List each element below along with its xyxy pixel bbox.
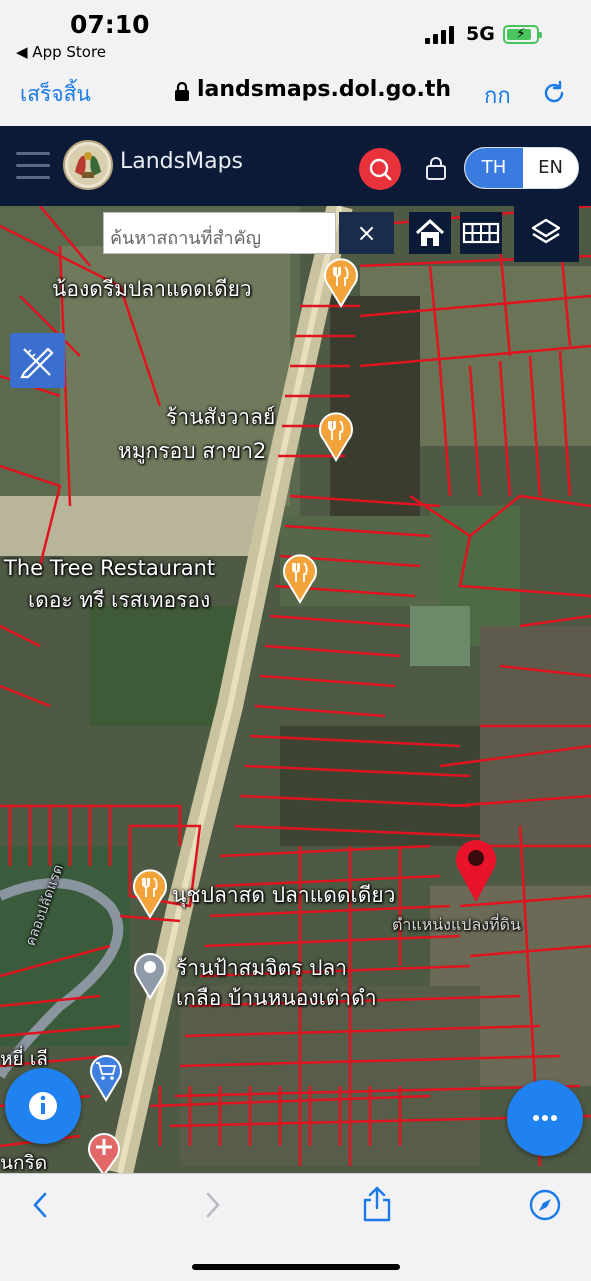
home-extent-button[interactable] — [409, 212, 451, 254]
browser-toolbar — [0, 1173, 591, 1281]
poi-label[interactable]: เดอะ ทรี เรสเทอรอง — [28, 587, 210, 613]
poi-label[interactable]: ร้านสังวาลย์ — [166, 404, 275, 430]
clear-search-button[interactable]: × — [339, 212, 394, 254]
lang-en-button[interactable]: EN — [523, 148, 578, 188]
browser-url-bar: เสร็จสิ้น landsmaps.dol.go.th กก — [0, 62, 591, 126]
share-icon[interactable] — [360, 1184, 394, 1224]
info-button[interactable] — [5, 1068, 81, 1144]
back-arrow-icon[interactable] — [24, 1188, 58, 1222]
forward-arrow-icon[interactable] — [195, 1188, 229, 1222]
layers-icon — [531, 218, 561, 244]
home-icon — [415, 218, 445, 246]
place-search-input[interactable]: ค้นหาสถานที่สำคัญ — [103, 212, 336, 254]
login-lock-icon[interactable] — [425, 156, 447, 180]
app-brand-name: LandsMaps — [120, 149, 243, 174]
url-text[interactable]: landsmaps.dol.go.th — [197, 77, 451, 102]
app-header: LandsMaps TH EN — [0, 126, 591, 206]
map-view[interactable]: ค้นหาสถานที่สำคัญ × น้องดรีมปลาแดดเดียว … — [0, 206, 591, 1173]
draw-measure-button[interactable] — [10, 333, 65, 388]
restaurant-icon[interactable] — [320, 256, 362, 308]
lock-icon — [175, 82, 189, 101]
reload-icon[interactable] — [540, 79, 568, 107]
battery-icon: ⚡ — [503, 25, 542, 44]
network-type: 5G — [466, 23, 495, 45]
grid-icon — [462, 222, 500, 244]
selected-pin-label: ตำแหน่งแปลงที่ดิน — [392, 915, 521, 934]
poi-label[interactable]: เกลือ บ้านหนองเต่าดำ — [176, 985, 377, 1011]
poi-label[interactable]: The Tree Restaurant — [4, 555, 215, 581]
restaurant-icon[interactable] — [279, 552, 321, 604]
language-toggle[interactable]: TH EN — [464, 147, 579, 189]
search-icon — [369, 158, 392, 181]
shopping-cart-icon[interactable] — [86, 1050, 126, 1102]
status-bar: 07:10 ◀ App Store 5G ⚡ — [0, 0, 591, 62]
poi-label[interactable]: หมูกรอบ สาขา2 — [118, 438, 266, 464]
selected-location-pin-icon[interactable] — [452, 834, 500, 904]
status-time: 07:10 — [70, 10, 150, 39]
more-dots-icon — [533, 1115, 557, 1121]
home-indicator — [192, 1264, 400, 1270]
department-of-lands-logo — [63, 140, 113, 190]
poi-label[interactable]: ร้านป้าสมจิตร ปลา — [176, 955, 347, 981]
pencil-ruler-icon — [20, 347, 54, 379]
more-options-button[interactable] — [507, 1080, 583, 1156]
restaurant-icon[interactable] — [315, 410, 357, 462]
back-to-app-link[interactable]: ◀ App Store — [16, 43, 106, 61]
done-button[interactable]: เสร็จสิ้น — [20, 78, 91, 111]
hamburger-menu-icon[interactable] — [16, 152, 50, 180]
grid-overlay-button[interactable] — [460, 212, 502, 254]
satellite-parcel-layer — [0, 206, 591, 1173]
text-size-button[interactable]: กก — [484, 78, 511, 113]
cellular-signal-icon — [425, 26, 457, 44]
poi-label[interactable]: นุชปลาสด ปลาแดดเดียว — [172, 882, 395, 908]
search-button[interactable] — [359, 148, 401, 190]
layers-button[interactable] — [514, 206, 579, 262]
hospital-icon[interactable] — [84, 1130, 124, 1173]
poi-label[interactable]: น้องดรีมปลาแดดเดียว — [52, 276, 252, 302]
compass-icon[interactable] — [528, 1188, 562, 1222]
info-icon — [29, 1092, 57, 1120]
place-icon[interactable] — [130, 948, 170, 1000]
minor-place-label: นกริด — [0, 1152, 48, 1173]
restaurant-icon[interactable] — [129, 867, 171, 919]
lang-th-button[interactable]: TH — [465, 148, 523, 188]
